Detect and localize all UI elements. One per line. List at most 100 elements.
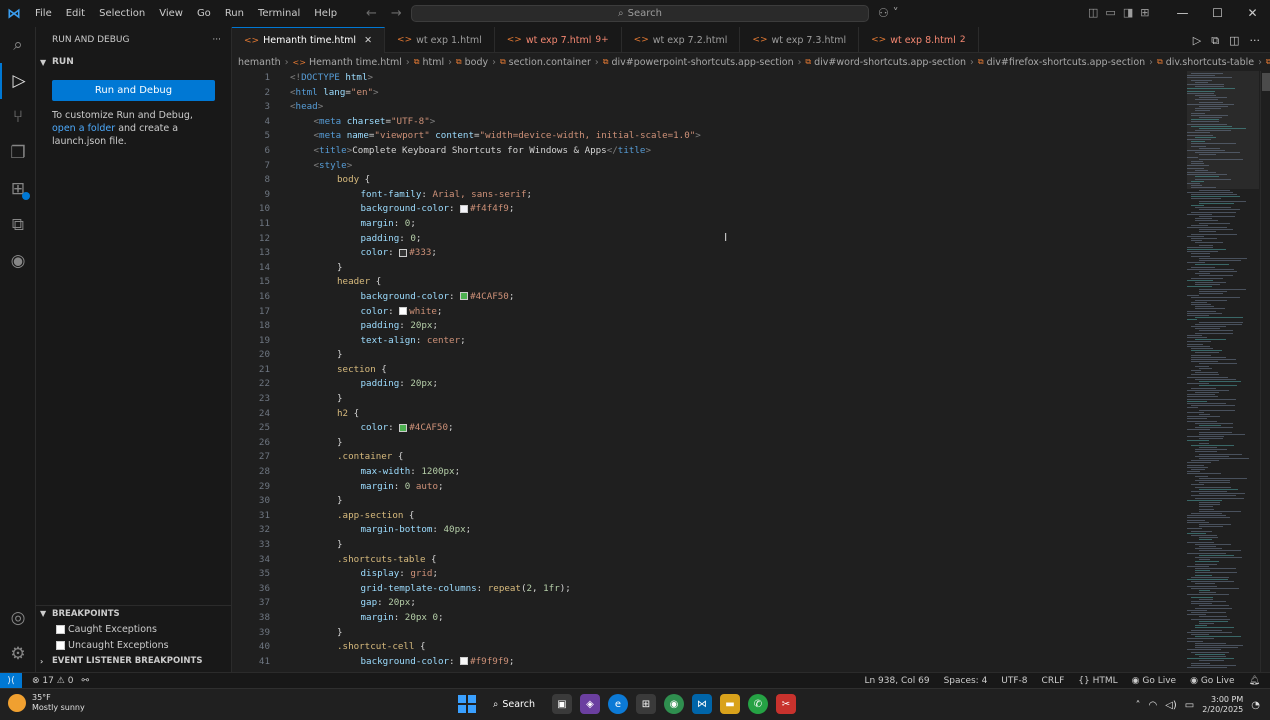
color-swatch[interactable] [460, 292, 469, 301]
whatsapp-icon[interactable]: ✆ [748, 694, 768, 714]
code-line[interactable]: 34 .shortcuts-table { [232, 553, 1187, 568]
minimap[interactable] [1187, 71, 1259, 672]
minimize-icon[interactable]: — [1165, 0, 1200, 27]
go-live-button[interactable]: ◉ Go Live [1132, 676, 1176, 686]
run-file-icon[interactable]: ▷ [1193, 34, 1201, 48]
code-line[interactable]: 36 grid-template-columns: repeat(2, 1fr); [232, 582, 1187, 597]
code-line[interactable]: 18 padding: 20px; [232, 319, 1187, 334]
tab-file[interactable]: <> wt exp 7.3.html [740, 27, 860, 53]
battery-icon[interactable]: ▭ [1185, 700, 1194, 711]
code-line[interactable]: 1 <!DOCTYPE html> [232, 71, 1187, 86]
store-icon[interactable]: ⊞ [636, 694, 656, 714]
more-actions-icon[interactable]: ··· [1250, 34, 1261, 48]
show-hidden-icons-icon[interactable]: ˄ [1135, 700, 1140, 711]
close-tab-icon[interactable]: ✕ [364, 35, 372, 46]
toggle-sidebar-icon[interactable]: ◫ [1088, 6, 1098, 19]
tab-file[interactable]: <> wt exp 7.2.html [622, 27, 741, 53]
code-line[interactable]: 13 color: #333; [232, 246, 1187, 261]
menu-selection[interactable]: Selection [92, 0, 152, 27]
code-line[interactable]: 22 padding: 20px; [232, 377, 1187, 392]
color-swatch[interactable] [460, 204, 469, 213]
problems-indicator[interactable]: ⊗ 17 ⚠ 0 [32, 676, 73, 686]
code-line[interactable]: 6 <title>Complete Keyboard Shortcuts for … [232, 144, 1187, 159]
remote-indicator-icon[interactable]: ⟩⟨ [0, 672, 22, 689]
menu-help[interactable]: Help [307, 0, 344, 27]
file-explorer-icon[interactable]: ▬ [720, 694, 740, 714]
indentation[interactable]: Spaces: 4 [944, 676, 988, 686]
uncaught-exceptions-checkbox[interactable] [56, 640, 65, 650]
accounts-icon[interactable]: ◎ [0, 600, 36, 636]
code-line[interactable]: 24 h2 { [232, 407, 1187, 422]
code-line[interactable]: 31 .app-section { [232, 509, 1187, 524]
code-line[interactable]: 19 text-align: center; [232, 334, 1187, 349]
customize-layout-icon[interactable]: ⊞ [1140, 6, 1149, 19]
github-icon[interactable]: ◉ [0, 243, 36, 279]
explorer-search-icon[interactable]: ⌕ [0, 27, 36, 63]
ports-icon[interactable]: ⚯ [81, 676, 89, 686]
breadcrumb-item[interactable]: hemanth [238, 57, 281, 68]
color-swatch[interactable] [399, 423, 408, 432]
menu-terminal[interactable]: Terminal [251, 0, 307, 27]
code-line[interactable]: 30} [232, 494, 1187, 509]
code-line[interactable]: 11 margin: 0; [232, 217, 1187, 232]
language-mode[interactable]: {} HTML [1078, 676, 1117, 686]
go-live-button-2[interactable]: ◉ Go Live [1190, 676, 1234, 686]
code-line[interactable]: 5 <meta name="viewport" content="width=de… [232, 129, 1187, 144]
encoding[interactable]: UTF-8 [1001, 676, 1027, 686]
notifications-bell-icon[interactable]: 🔔︎ [1249, 676, 1260, 686]
run-and-debug-button[interactable]: Run and Debug [52, 80, 215, 101]
command-center-search[interactable]: ⌕ Search [411, 5, 869, 22]
code-line[interactable]: 17 color: white; [232, 305, 1187, 320]
code-line[interactable]: 21 section { [232, 363, 1187, 378]
breakpoint-caught-exceptions[interactable]: Caught Exceptions [36, 621, 231, 637]
menu-view[interactable]: View [152, 0, 190, 27]
code-line[interactable]: 29 margin: 0 auto; [232, 480, 1187, 495]
code-line[interactable]: 40 .shortcut-cell { [232, 640, 1187, 655]
code-line[interactable]: 7 <style> [232, 159, 1187, 174]
vertical-scrollbar[interactable] [1260, 71, 1270, 672]
run-section-header[interactable]: ▼ RUN [36, 53, 231, 71]
breakpoint-uncaught-exceptions[interactable]: Uncaught Exceptions [36, 637, 231, 653]
code-line[interactable]: 28 max-width: 1200px; [232, 465, 1187, 480]
cursor-position[interactable]: Ln 938, Col 69 [864, 676, 929, 686]
wifi-icon[interactable]: ◠ [1148, 700, 1157, 711]
more-actions-icon[interactable]: ··· [212, 35, 221, 45]
breakpoints-header[interactable]: ▼ BREAKPOINTS [36, 605, 231, 621]
breadcrumb-item[interactable]: div#firefox-shortcuts.app-section [987, 57, 1146, 68]
windows-start-icon[interactable] [458, 695, 476, 713]
split-editor-icon[interactable]: ◫ [1229, 34, 1239, 48]
explorer-icon[interactable]: ❐ [0, 135, 36, 171]
run-debug-icon[interactable]: ▷ [0, 63, 36, 99]
chrome-icon[interactable]: ◉ [664, 694, 684, 714]
notification-center-icon[interactable]: ◔ [1251, 700, 1260, 711]
code-line[interactable]: 8 body { [232, 173, 1187, 188]
code-line[interactable]: 37 gap: 20px; [232, 596, 1187, 611]
code-line[interactable]: 10 background-color: #f4f4f9; [232, 202, 1187, 217]
color-swatch[interactable] [399, 307, 408, 315]
volume-icon[interactable]: ◁) [1165, 700, 1177, 711]
code-editor[interactable]: 1 <!DOCTYPE html> 2 <html lang="en"> 3 <head>… [232, 71, 1187, 672]
menu-run[interactable]: Run [218, 0, 251, 27]
color-swatch[interactable] [399, 248, 408, 257]
forward-arrow-icon[interactable]: → [391, 6, 402, 21]
open-preview-icon[interactable]: ⧉ [1211, 34, 1219, 48]
tab-file[interactable]: <> wt exp 7.html 9+ [495, 27, 622, 53]
settings-gear-icon[interactable]: ⚙ [0, 636, 36, 672]
end-of-line[interactable]: CRLF [1042, 676, 1065, 686]
code-line[interactable]: 25 color: #4CAF50; [232, 421, 1187, 436]
menu-go[interactable]: Go [190, 0, 218, 27]
toggle-secondary-sidebar-icon[interactable]: ◨ [1123, 6, 1133, 19]
code-line[interactable]: 9 font-family: Arial, sans-serif; [232, 188, 1187, 203]
back-arrow-icon[interactable]: ← [366, 6, 377, 21]
tab-file[interactable]: <> wt exp 1.html [385, 27, 495, 53]
code-line[interactable]: 35 display: grid; [232, 567, 1187, 582]
code-line[interactable]: 33} [232, 538, 1187, 553]
open-folder-link[interactable]: open a folder [52, 123, 115, 134]
breadcrumb-item[interactable]: div#word-shortcuts.app-section [814, 57, 966, 68]
weather-widget[interactable]: 35°F Mostly sunny [8, 693, 85, 713]
maximize-icon[interactable]: ☐ [1200, 0, 1235, 27]
code-line[interactable]: 14} [232, 261, 1187, 276]
tab-file[interactable]: <> Hemanth time.html ✕ [232, 27, 386, 53]
edge-browser-icon[interactable]: e [608, 694, 628, 714]
code-line[interactable]: 41 background-color: #f9f9f9; [232, 655, 1187, 670]
